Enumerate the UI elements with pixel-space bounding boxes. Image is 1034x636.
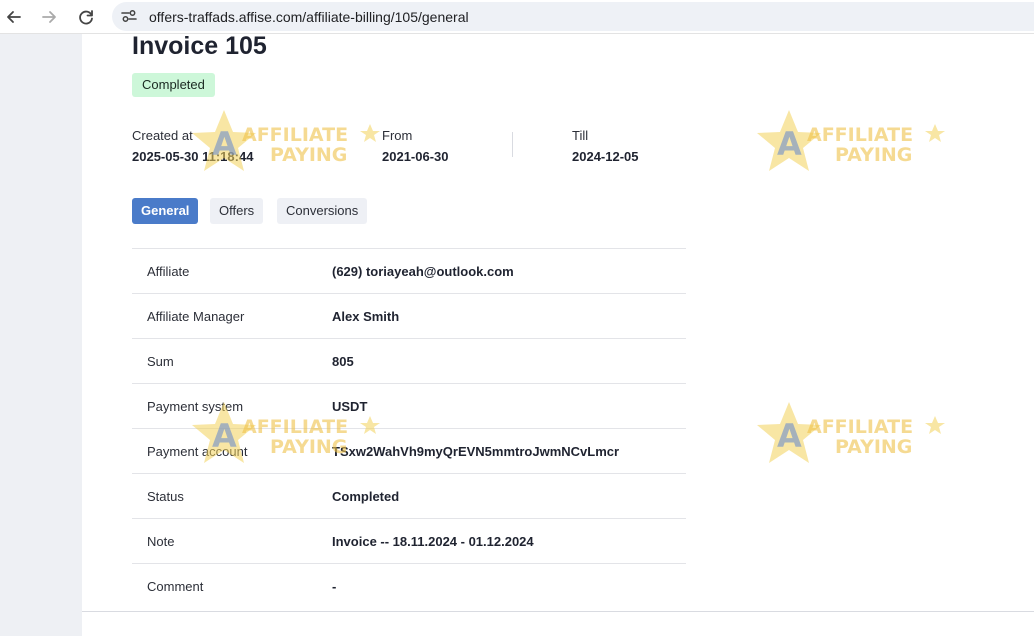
watermark-logo: A AFFILIATE PAYING [757,110,945,171]
svg-text:A: A [777,417,802,455]
svg-text:PAYING: PAYING [270,144,347,166]
row-value: USDT [332,399,368,414]
table-row: Status Completed [132,474,686,519]
row-value: Invoice -- 18.11.2024 - 01.12.2024 [332,534,534,549]
left-sidebar-gutter [0,34,82,636]
table-row: Note Invoice -- 18.11.2024 - 01.12.2024 [132,519,686,564]
table-row: Sum 805 [132,339,686,384]
row-value: Alex Smith [332,309,400,324]
svg-text:PAYING: PAYING [835,436,912,458]
svg-text:AFFILIATE: AFFILIATE [242,124,348,146]
svg-text:AFFILIATE: AFFILIATE [807,416,913,438]
tab-offers[interactable]: Offers [210,198,264,224]
reload-icon[interactable] [75,6,97,28]
row-label: Affiliate Manager [147,309,245,324]
row-label: Note [147,534,175,549]
meta-value: 2024-12-05 [572,149,639,164]
table-row: Affiliate Manager Alex Smith [132,294,686,339]
table-row: Payment system USDT [132,384,686,429]
browser-toolbar: offers-traffads.affise.com/affiliate-bil… [0,0,1034,34]
row-label: Sum [147,354,174,369]
address-bar[interactable]: offers-traffads.affise.com/affiliate-bil… [112,2,1034,31]
tab-general[interactable]: General [132,198,199,224]
row-label: Payment account [147,444,248,459]
meta-divider [512,132,513,157]
status-badge: Completed [132,73,215,97]
meta-label: Created at [132,128,193,143]
row-label: Payment system [147,399,244,414]
row-value: TSxw2WahVh9myQrEVN5mmtroJwmNCvLmcr [332,444,620,459]
watermark-logo: A AFFILIATE PAYING [757,402,945,463]
row-label: Affiliate [147,264,190,279]
meta-value: 2021-06-30 [382,149,449,164]
row-value: Completed [332,489,400,504]
site-settings-icon[interactable] [120,7,138,25]
page-title: Invoice 105 [132,32,267,60]
row-label: Comment [147,579,204,594]
meta-label: Till [572,128,589,143]
svg-text:AFFILIATE: AFFILIATE [807,124,913,146]
url-text[interactable]: offers-traffads.affise.com/affiliate-bil… [149,9,469,25]
meta-created-at: Created at 2025-05-30 11:18:44 [132,128,253,164]
row-value: (629) toriayeah@outlook.com [332,264,514,279]
meta-from: From 2021-06-30 [382,128,449,164]
row-label: Status [147,489,184,504]
back-arrow-icon[interactable] [3,6,25,28]
table-row: Comment - [132,564,686,598]
table-row: Affiliate (629) toriayeah@outlook.com [132,249,686,294]
bottom-divider [82,611,1034,612]
table-row: Payment account TSxw2WahVh9myQrEVN5mmtro… [132,429,686,474]
row-value: 805 [332,354,354,369]
meta-till: Till 2024-12-05 [572,128,639,164]
invoice-details-table: Affiliate (629) toriayeah@outlook.com Af… [132,248,686,598]
tab-conversions[interactable]: Conversions [277,198,368,224]
meta-label: From [382,128,413,143]
meta-value: 2025-05-30 11:18:44 [132,149,254,164]
svg-text:A: A [777,125,802,163]
forward-arrow-icon[interactable] [38,6,60,28]
svg-text:PAYING: PAYING [835,144,912,166]
row-value: - [332,579,337,594]
